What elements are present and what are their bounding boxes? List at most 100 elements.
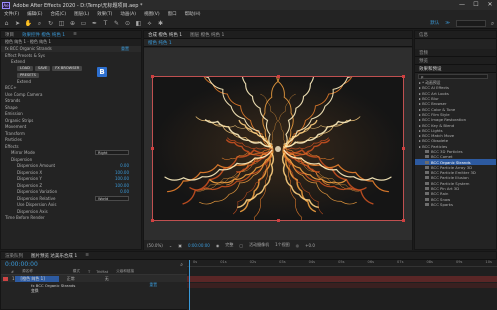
current-time[interactable]: 0:00:00:00 [188,243,210,248]
rotate-icon[interactable]: ↻ [46,19,55,28]
transform-handle[interactable] [402,219,405,222]
tab-project[interactable]: 项目 [1,32,18,38]
toggle-icon[interactable]: ◎ [296,243,300,248]
layer-effect-name[interactable]: fx BCC Organic Strands [1,283,75,288]
workspace-dropdown[interactable]: ≫ [445,21,450,26]
puppet-icon[interactable]: ✱ [156,19,165,28]
brush-icon[interactable]: ✎ [112,19,121,28]
menu-edit[interactable]: 编辑(E) [27,11,42,17]
property-value[interactable]: 0.00 [120,163,141,168]
close-button[interactable]: ✕ [483,0,497,10]
menu-window[interactable]: 窗口 [168,11,177,17]
tab-info[interactable]: 信息 [415,32,432,38]
tab-composition[interactable]: 合成 橙色 纯色 1 [144,32,186,38]
time-ruler[interactable]: 0s 01s 02s 03s 04s 05s 06s 07s 08s 09s 10s [187,260,497,267]
workspace-label[interactable]: 默认 [430,20,439,26]
menu-view[interactable]: 视图(V) [144,11,160,17]
chevron-down-icon[interactable]: ⌄ [169,243,172,248]
property-value[interactable]: 100.00 [115,176,141,181]
search-icon[interactable]: ⌕ [488,19,497,28]
hand-icon[interactable]: ✋ [24,19,33,28]
camera-snapshot-icon[interactable]: ◉ [216,243,220,248]
magnification-dropdown[interactable]: (50.0%) [147,243,163,248]
views-dropdown[interactable]: 1个视图 [275,242,290,248]
preset-button[interactable]: PRESETS [17,72,39,78]
viewer-comp-name[interactable]: 橙色 纯色 1 [144,40,176,46]
effects-tree-label: BCC Blur [422,96,439,102]
layer-parent[interactable]: 无 [75,276,109,282]
menu-composition[interactable]: 合成(C) [50,11,66,17]
menu-layer[interactable]: 图层(L) [74,11,89,17]
menu-file[interactable]: 文件(F) [4,11,19,17]
transform-handle[interactable] [151,219,154,222]
comp-canvas[interactable] [151,47,405,255]
timeline-graph[interactable]: 0s 01s 02s 03s 04s 05s 06s 07s 08s 09s 10s [187,260,497,310]
preset-button[interactable]: SAVE [34,65,51,71]
tab-preview[interactable]: 预览 [415,58,432,64]
transform-handle[interactable] [151,147,154,150]
zoom-icon[interactable]: ⌕ [35,19,44,28]
effect-reset-link[interactable]: 重置 [149,282,157,288]
transform-handle[interactable] [151,75,154,78]
property-value[interactable]: 100.00 [115,183,141,188]
camera-icon[interactable]: ◫ [57,19,66,28]
search-help-input[interactable] [456,19,486,27]
region-of-interest-icon[interactable]: ▢ [239,243,243,248]
tab-effects-presets[interactable]: 效果和预设 [415,66,446,72]
layer-outline: 0:00:00:00 ⌕ # 源名称 模式 T TrkMat 父级和链接 1 [… [1,260,187,310]
tab-layer[interactable]: 图层 橙色 纯色 1 [186,32,228,38]
camera-dropdown[interactable]: 活动摄像机 [249,242,269,248]
transform-row[interactable]: 变换 [1,288,187,294]
effect-property-row[interactable]: Time Before Render [1,215,141,222]
clone-icon[interactable]: ⊙ [123,19,132,28]
menu-effect[interactable]: 效果(T) [97,11,112,17]
minimize-button[interactable]: — [455,0,469,10]
effects-search-input[interactable]: ρ [418,74,488,79]
eraser-icon[interactable]: ◧ [134,19,143,28]
timeline-timecode[interactable]: 0:00:00:00 [1,261,38,268]
layer-duration-bar[interactable] [187,276,497,282]
text-icon[interactable]: T [101,19,110,28]
search-icon[interactable]: ⌕ [180,262,183,268]
panel-menu-icon[interactable]: ≡ [69,32,81,37]
playhead[interactable] [189,260,190,310]
layer-row[interactable]: 1 [橙色 纯色 1] 正常 无 [1,275,187,282]
property-dropdown[interactable]: World [95,195,129,201]
effects-tree-item[interactable]: BCC Sparks [415,202,496,207]
preset-button[interactable]: FX BROWSER [52,65,83,71]
effect-property-label: Dispersion Relative [17,195,56,201]
property-value[interactable]: 100.00 [115,170,141,175]
exposure-value[interactable]: +0.0 [305,243,315,248]
effect-property-label: Dispersion Y [17,176,42,182]
resolution-dropdown[interactable]: 完整 [225,242,233,248]
roto-icon[interactable]: ⟡ [145,19,154,28]
menu-help[interactable]: 帮助(H) [185,11,201,17]
layer-mode[interactable]: 正常 [59,276,75,282]
property-value[interactable]: 重置 [121,46,141,52]
layer-name[interactable]: [橙色 纯色 1] [14,275,59,282]
transform-handle[interactable] [402,147,405,150]
layer-transform[interactable]: 变换 [1,288,39,294]
tab-timeline-comp[interactable]: 图片预览 达美乐合成 1 [27,253,81,259]
property-dropdown[interactable]: Right [95,150,129,156]
effect-property-label: Dispersion Variation [17,189,58,195]
pen-icon[interactable]: ✒ [90,19,99,28]
menu-animation[interactable]: 动画(A) [120,11,136,17]
snapshot-icon[interactable]: ▣ [178,243,182,248]
rect-icon[interactable]: ▭ [79,19,88,28]
effect-property-label: Shape [5,104,18,110]
home-icon[interactable]: ⌂ [2,19,11,28]
panel-menu-icon[interactable]: ≡ [81,253,93,258]
composition-viewer[interactable] [144,47,412,255]
tab-effect-controls[interactable]: 效果控件 橙色 纯色 1 [18,32,69,38]
pan-behind-icon[interactable]: ⊕ [68,19,77,28]
transform-handle[interactable] [402,75,405,78]
maximize-button[interactable]: ☐ [469,0,483,10]
transform-handle[interactable] [277,219,280,222]
tab-audio[interactable]: 音频 [415,50,432,56]
selection-icon[interactable]: ➤ [13,19,22,28]
transform-handle[interactable] [277,75,280,78]
tab-render-queue[interactable]: 渲染队列 [1,253,27,259]
preset-button[interactable]: LOAD [17,65,33,71]
property-value[interactable]: 0.00 [120,189,141,194]
